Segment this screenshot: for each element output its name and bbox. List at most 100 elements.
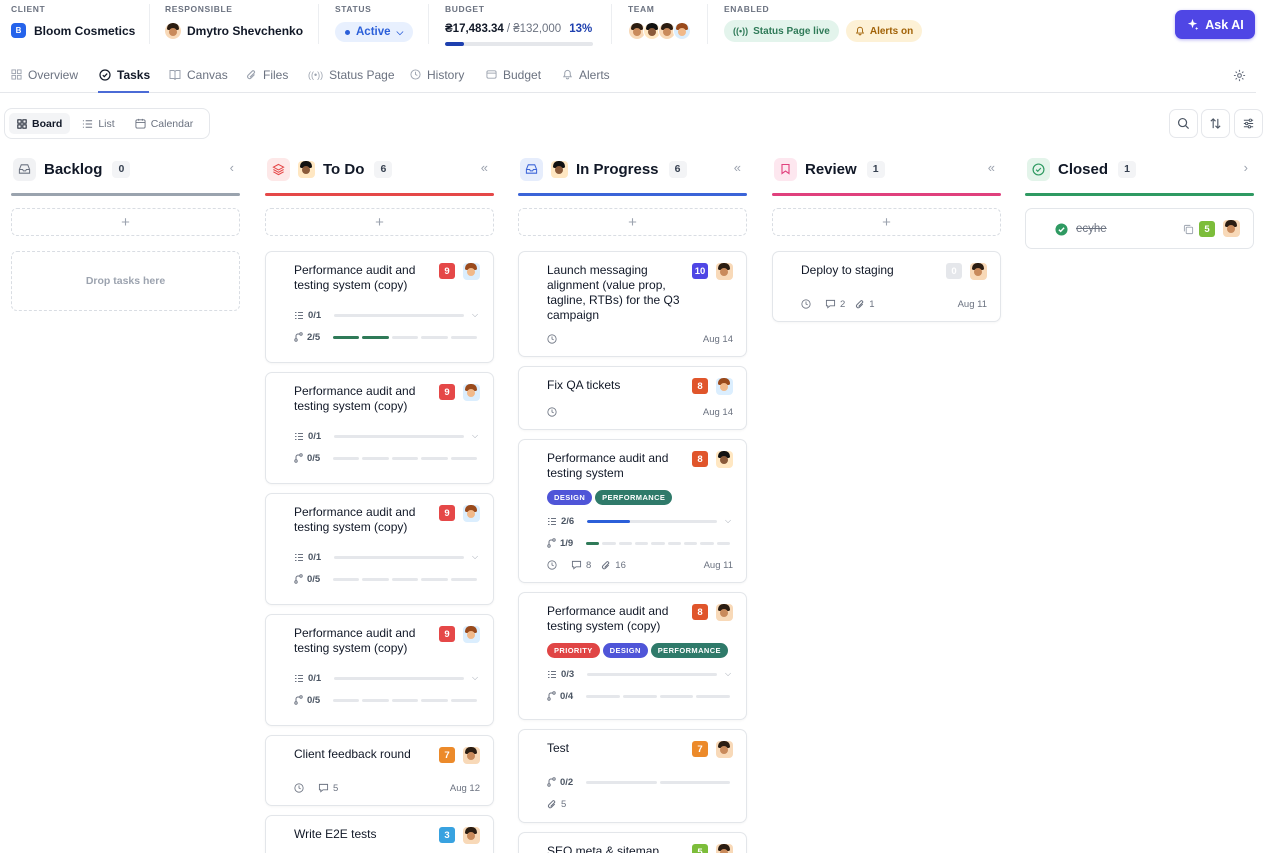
checklist-row[interactable]: 0/3 ⌵ [547,668,733,680]
add-task-button[interactable]: + [518,208,747,236]
add-task-button[interactable]: + [265,208,494,236]
task-title: Launch messaging alignment (value prop, … [547,263,680,322]
tab-canvas[interactable]: Canvas [169,66,228,83]
tag-priority[interactable]: PRIORITY [547,643,600,658]
task-card[interactable]: Performance audit and testing system (co… [265,372,494,484]
responsible-field[interactable]: RESPONSIBLE Dmytro Shevchenko [165,4,315,48]
collapse-icon[interactable]: « [988,161,995,175]
task-card[interactable]: Deploy to staging 0 2 1 Aug 11 [772,251,1001,322]
comments-value: 8 [586,559,592,571]
list-icon [83,119,93,128]
tab-history[interactable]: History [410,66,464,83]
add-task-button[interactable]: + [772,208,1001,236]
task-card[interactable]: Launch messaging alignment (value prop, … [518,251,747,357]
sort-button[interactable] [1201,109,1230,138]
view-calendar-button[interactable]: Calendar [127,113,202,134]
priority-badge: 9 [439,505,455,521]
checklist-progress [587,519,717,523]
checklist-count: 2/6 [561,515,575,527]
task-card[interactable]: Performance audit and testing system (co… [265,251,494,363]
checklist-icon [295,432,303,440]
team-field[interactable]: TEAM [628,4,708,48]
chevron-down-icon[interactable]: ⌵ [472,552,480,562]
task-title: Fix QA tickets [547,378,621,392]
chevron-down-icon[interactable]: ⌵ [472,673,480,683]
task-card[interactable]: Fix QA tickets 8 Aug 14 [518,366,747,430]
gear-icon[interactable] [1233,69,1246,82]
search-button[interactable] [1169,109,1198,138]
assignee-avatar [716,844,733,853]
tab-overview[interactable]: Overview [11,66,78,83]
status-page-badge[interactable]: ((•)) Status Page live [724,20,839,42]
view-list-button[interactable]: List [74,113,122,134]
checklist-row[interactable]: 0/1 ⌵ [294,672,480,684]
tab-alerts-label: Alerts [579,67,610,82]
broadcast-icon: ((•)) [733,26,749,36]
tab-status-page[interactable]: ((•)) Status Page [308,66,395,83]
team-label: TEAM [628,4,655,14]
column-count: 1 [1118,160,1137,178]
tab-files[interactable]: Files [246,66,288,83]
column-color-bar [518,193,747,196]
collapse-icon[interactable]: « [734,161,741,175]
paperclip-icon [856,299,864,308]
ask-ai-button[interactable]: Ask AI [1175,10,1255,39]
task-card[interactable]: ecyhe 5 [1025,208,1254,249]
collapse-icon[interactable]: ‹ [230,161,234,175]
priority-badge: 8 [692,451,708,467]
tag-performance[interactable]: PERFORMANCE [595,490,673,505]
copy-icon[interactable] [1183,224,1194,235]
alerts-badge[interactable]: Alerts on [845,20,923,42]
task-card[interactable]: Performance audit and testing system 8 D… [518,439,747,583]
task-card[interactable]: Write E2E tests 3 [265,815,494,853]
tag-design[interactable]: DESIGN [547,490,593,505]
status-dropdown[interactable]: Active ⌵ [335,22,414,42]
tag-performance[interactable]: PERFORMANCE [650,643,728,658]
tab-alerts[interactable]: Alerts [562,66,610,83]
column-todo: To Do 6 « + Performance audit and testin… [265,152,494,853]
subtask-count: 2/5 [307,331,321,343]
clock-icon [547,560,557,570]
tab-canvas-label: Canvas [187,67,228,82]
task-meta: Aug 14 [547,406,733,418]
checklist-row[interactable]: 2/6 ⌵ [547,515,733,527]
sliders-icon [1243,118,1254,129]
chevron-down-icon[interactable]: ⌵ [472,431,480,441]
checklist-progress [334,555,464,559]
tab-tasks-label: Tasks [117,67,151,82]
add-task-button[interactable]: + [11,208,240,236]
subtask-count: 0/4 [560,690,574,702]
assignee-avatar [716,378,733,395]
task-card[interactable]: Performance audit and testing system (co… [518,592,747,720]
budget-field[interactable]: BUDGET ₴17,483.34 / ₴132,000 13% [445,4,605,48]
chevron-down-icon[interactable]: ⌵ [725,516,733,526]
client-field[interactable]: CLIENT B Bloom Cosmetics [11,4,151,48]
task-card[interactable]: Performance audit and testing system (co… [265,493,494,605]
header-divider [318,4,319,44]
subtask-count: 0/2 [560,776,574,788]
column-color-bar [772,193,1001,196]
budget-progress-bar [445,42,593,46]
task-card[interactable]: SEO meta & sitemap 5 [518,832,747,853]
priority-badge: 5 [1199,221,1215,237]
checklist-icon [548,670,556,678]
checklist-row[interactable]: 0/1 ⌵ [294,551,480,563]
task-card[interactable]: Client feedback round 7 5 Aug 12 [265,735,494,806]
checklist-row[interactable]: 0/1 ⌵ [294,430,480,442]
chevron-down-icon[interactable]: ⌵ [472,310,480,320]
priority-badge: 8 [692,378,708,394]
chevron-down-icon[interactable]: ⌵ [725,669,733,679]
checklist-row[interactable]: 0/1 ⌵ [294,309,480,321]
expand-icon[interactable]: › [1244,161,1248,175]
collapse-icon[interactable]: « [481,161,488,175]
task-card[interactable]: Test 7 0/2 5 [518,729,747,823]
task-card[interactable]: Performance audit and testing system (co… [265,614,494,726]
grid-icon [17,118,27,129]
view-board-button[interactable]: Board [9,113,71,134]
filter-button[interactable] [1234,109,1263,138]
tag-design[interactable]: DESIGN [602,643,648,658]
checklist-progress [334,434,464,438]
tab-tasks[interactable]: Tasks [99,66,150,83]
tab-budget[interactable]: Budget [486,66,541,83]
drop-zone[interactable]: Drop tasks here [11,251,240,311]
